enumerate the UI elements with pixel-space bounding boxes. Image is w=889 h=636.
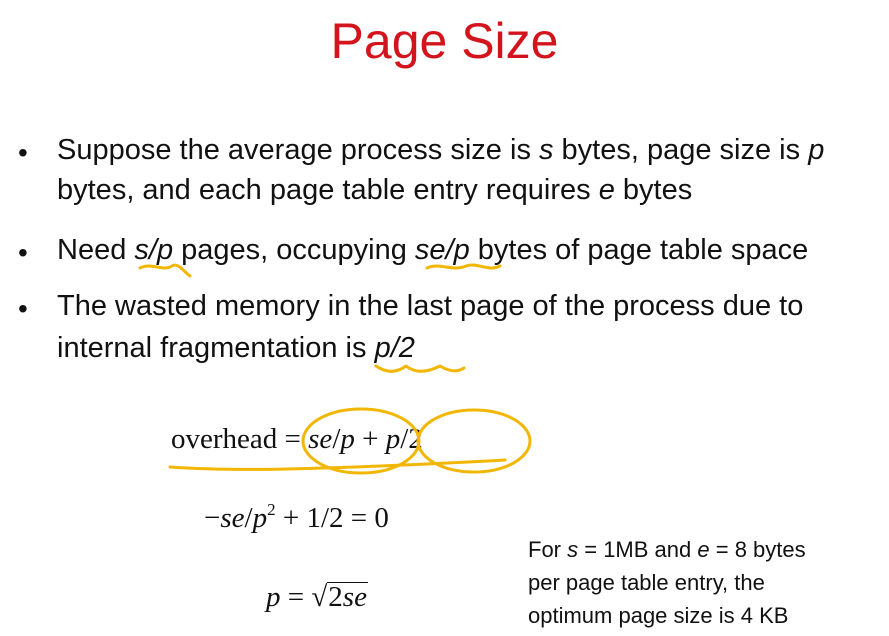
var-p: p (808, 134, 825, 166)
eq-equals: = (280, 581, 312, 613)
eq-op: /2 (400, 423, 423, 455)
expr-s-over-p: s/p (134, 234, 174, 266)
circle-p-over-2 (416, 408, 532, 474)
note-line-3: optimum page size is 4 KB (528, 603, 789, 628)
text-run: internal fragmentation is (57, 332, 375, 364)
var-e: e (598, 174, 615, 206)
bullet-3-line-2: internal fragmentation is p/2 (57, 328, 415, 368)
var-s: s (567, 537, 579, 562)
expr-p-over-2: p/2 (374, 332, 415, 364)
equation-overhead: overhead = se/p + p/2 (171, 423, 423, 456)
underline-overhead (168, 458, 507, 471)
slide-title: Page Size (330, 13, 559, 69)
eq-exponent: 2 (267, 500, 276, 519)
eq-equals: = (284, 423, 301, 455)
note-line-1: For s = 1MB and e = 8 bytes (528, 533, 806, 566)
eq-op: + 1/2 = 0 (275, 502, 389, 534)
eq-var: se (342, 581, 367, 613)
eq-var: p (340, 423, 355, 455)
eq-var: se (220, 502, 245, 534)
sqrt-radicand: 2se (327, 581, 368, 613)
bullet-marker: • (18, 293, 28, 324)
equation-optimum: p = √2se (266, 581, 368, 614)
eq-op: + (362, 423, 379, 455)
text-run: bytes, and each page table entry require… (57, 174, 599, 206)
eq-var: p (385, 423, 401, 455)
var-e: e (697, 537, 710, 562)
eq-op: − (204, 502, 221, 534)
sqrt-sign: √ (311, 581, 328, 613)
text-run: For (528, 537, 568, 562)
text-run: bytes of page table space (469, 234, 809, 266)
text-run: bytes, page size is (553, 134, 809, 166)
bullet-2-line-1: Need s/p pages, occupying se/p bytes of … (57, 230, 808, 270)
bullet-marker: • (18, 237, 28, 268)
text-run: bytes (614, 174, 693, 206)
bullet-1-line-2: bytes, and each page table entry require… (57, 170, 692, 210)
text-run: = 8 bytes (709, 537, 806, 562)
equation-derivative: −se/p2 + 1/2 = 0 (204, 500, 389, 535)
eq-var: p (252, 502, 268, 534)
text-run: Suppose the average process size is (57, 134, 539, 166)
var-s: s (539, 134, 554, 166)
eq-op: / (244, 502, 253, 534)
eq-number: 2 (328, 581, 343, 613)
bullet-3-line-1: The wasted memory in the last page of th… (57, 290, 804, 322)
slide: Page Size • Suppose the average process … (0, 0, 889, 636)
eq-lhs: overhead (171, 423, 278, 455)
text-run: = 1MB and (578, 537, 698, 562)
eq-var: p (266, 581, 281, 613)
text-run: Need (57, 234, 135, 266)
example-note: For s = 1MB and e = 8 bytes per page tab… (528, 533, 806, 632)
bullet-marker: • (18, 137, 28, 168)
text-run: pages, occupying (173, 234, 415, 266)
expr-se-over-p: se/p (414, 234, 470, 266)
note-line-2: per page table entry, the (528, 570, 765, 595)
eq-var: se (308, 423, 333, 455)
bullet-1-line-1: Suppose the average process size is s by… (57, 130, 824, 170)
